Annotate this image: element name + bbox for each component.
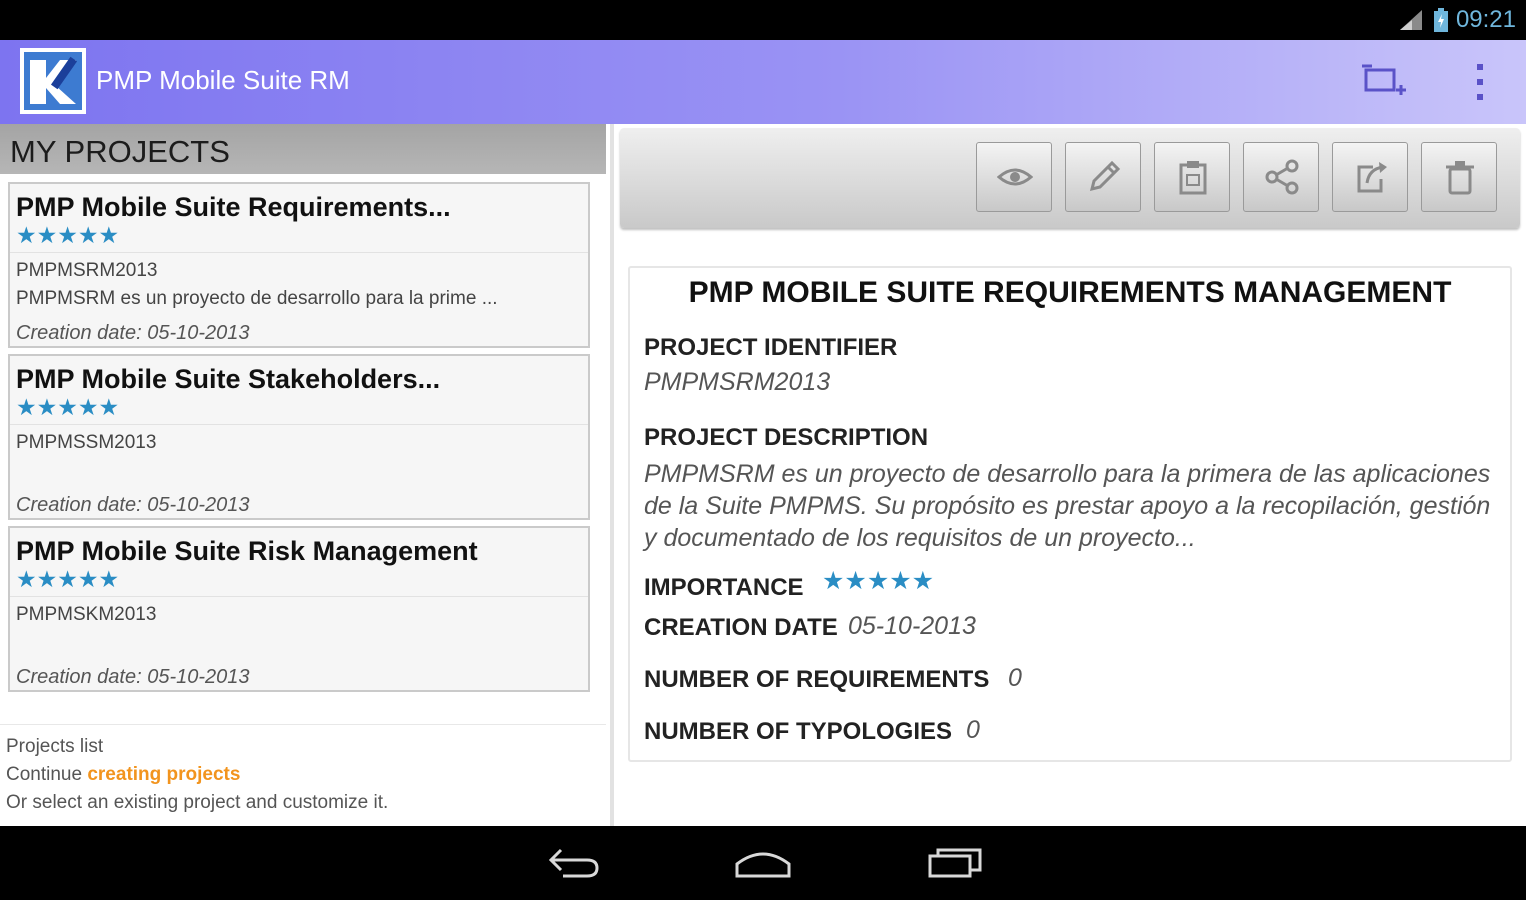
typologies-count-value: 0 [966,716,980,744]
report-button[interactable] [1154,142,1230,212]
recent-apps-icon[interactable] [926,842,986,882]
card-divider [10,596,588,597]
description-label: PROJECT DESCRIPTION [644,424,929,451]
importance-stars: ★★★★★ [16,566,120,592]
requirements-count-label: NUMBER OF REQUIREMENTS [644,666,990,693]
footer-continue: Continue creating projects [6,764,240,786]
creating-projects-link[interactable]: creating projects [87,764,240,785]
navigation-bar [0,826,1526,900]
typologies-count-label: NUMBER OF TYPOLOGIES [644,718,953,745]
importance-label: IMPORTANCE [644,574,804,601]
app-logo-icon[interactable] [20,48,86,114]
importance-stars: ★★★★★ [16,222,120,248]
project-card-title: PMP Mobile Suite Risk Management [16,536,478,566]
identifier-label: PROJECT IDENTIFIER [644,334,898,361]
export-button[interactable] [1332,142,1408,212]
card-divider [10,252,588,253]
status-bar: 09:21 [0,0,1526,40]
back-icon[interactable] [543,842,603,882]
creation-date-label: CREATION DATE [644,614,838,641]
project-card-id: PMPMSSM2013 [16,432,157,453]
overflow-menu-icon[interactable] [1466,62,1494,102]
footer-hint: Or select an existing project and custom… [6,792,389,813]
card-divider [10,424,588,425]
content-area: MY PROJECTS PMP Mobile Suite Requirement… [0,124,1526,826]
app-title: PMP Mobile Suite RM [96,65,350,95]
detail-toolbar [620,128,1520,228]
project-card-id: PMPMSRM2013 [16,260,158,281]
project-card[interactable]: PMP Mobile Suite Stakeholders... ★★★★★ P… [8,354,590,520]
footer-projects-list: Projects list [6,736,104,757]
delete-button[interactable] [1421,142,1497,212]
project-detail-title: PMP MOBILE SUITE REQUIREMENTS MANAGEMENT [688,276,1452,309]
project-detail-pane: PMP MOBILE SUITE REQUIREMENTS MANAGEMENT… [614,124,1526,826]
projects-section-header: MY PROJECTS [0,124,606,174]
project-card-date: Creation date: 05-10-2013 [16,494,250,516]
description-value: PMPMSRM es un proyecto de desarrollo par… [644,460,1491,552]
view-button[interactable] [976,142,1052,212]
importance-stars: ★★★★★ [16,394,120,420]
new-project-icon[interactable] [1360,60,1408,104]
projects-pane: MY PROJECTS PMP Mobile Suite Requirement… [0,124,610,826]
status-time: 09:21 [1455,6,1516,33]
project-card-title: PMP Mobile Suite Requirements... [16,192,451,222]
share-button[interactable] [1243,142,1319,212]
projects-section-title: MY PROJECTS [10,134,230,169]
eye-icon [997,168,1033,186]
signal-icon [1400,10,1422,30]
identifier-value: PMPMSRM2013 [644,368,831,396]
action-bar: PMP Mobile Suite RM [0,40,1526,124]
clipboard-icon [1179,161,1207,195]
requirements-count-value: 0 [1008,664,1022,692]
project-card-description: PMPMSRM es un proyecto de desarrollo par… [16,288,498,309]
project-card[interactable]: PMP Mobile Suite Risk Management ★★★★★ P… [8,526,590,692]
footer-divider [0,724,606,725]
project-card[interactable]: PMP Mobile Suite Requirements... ★★★★★ P… [8,182,590,348]
project-detail-card: PMP MOBILE SUITE REQUIREMENTS MANAGEMENT… [628,266,1512,762]
importance-stars: ★★★★★ [822,567,935,595]
project-card-date: Creation date: 05-10-2013 [16,666,250,688]
project-card-date: Creation date: 05-10-2013 [16,322,250,344]
creation-date-value: 05-10-2013 [848,612,976,640]
edit-button[interactable] [1065,142,1141,212]
project-card-title: PMP Mobile Suite Stakeholders... [16,364,441,394]
footer-continue-text: Continue [6,764,83,785]
battery-icon [1434,8,1448,32]
export-icon [1357,162,1387,193]
trash-icon [1446,161,1474,195]
pencil-icon [1089,160,1121,192]
home-icon[interactable] [733,842,793,882]
share-icon [1265,159,1299,195]
project-card-id: PMPMSKM2013 [16,604,157,625]
